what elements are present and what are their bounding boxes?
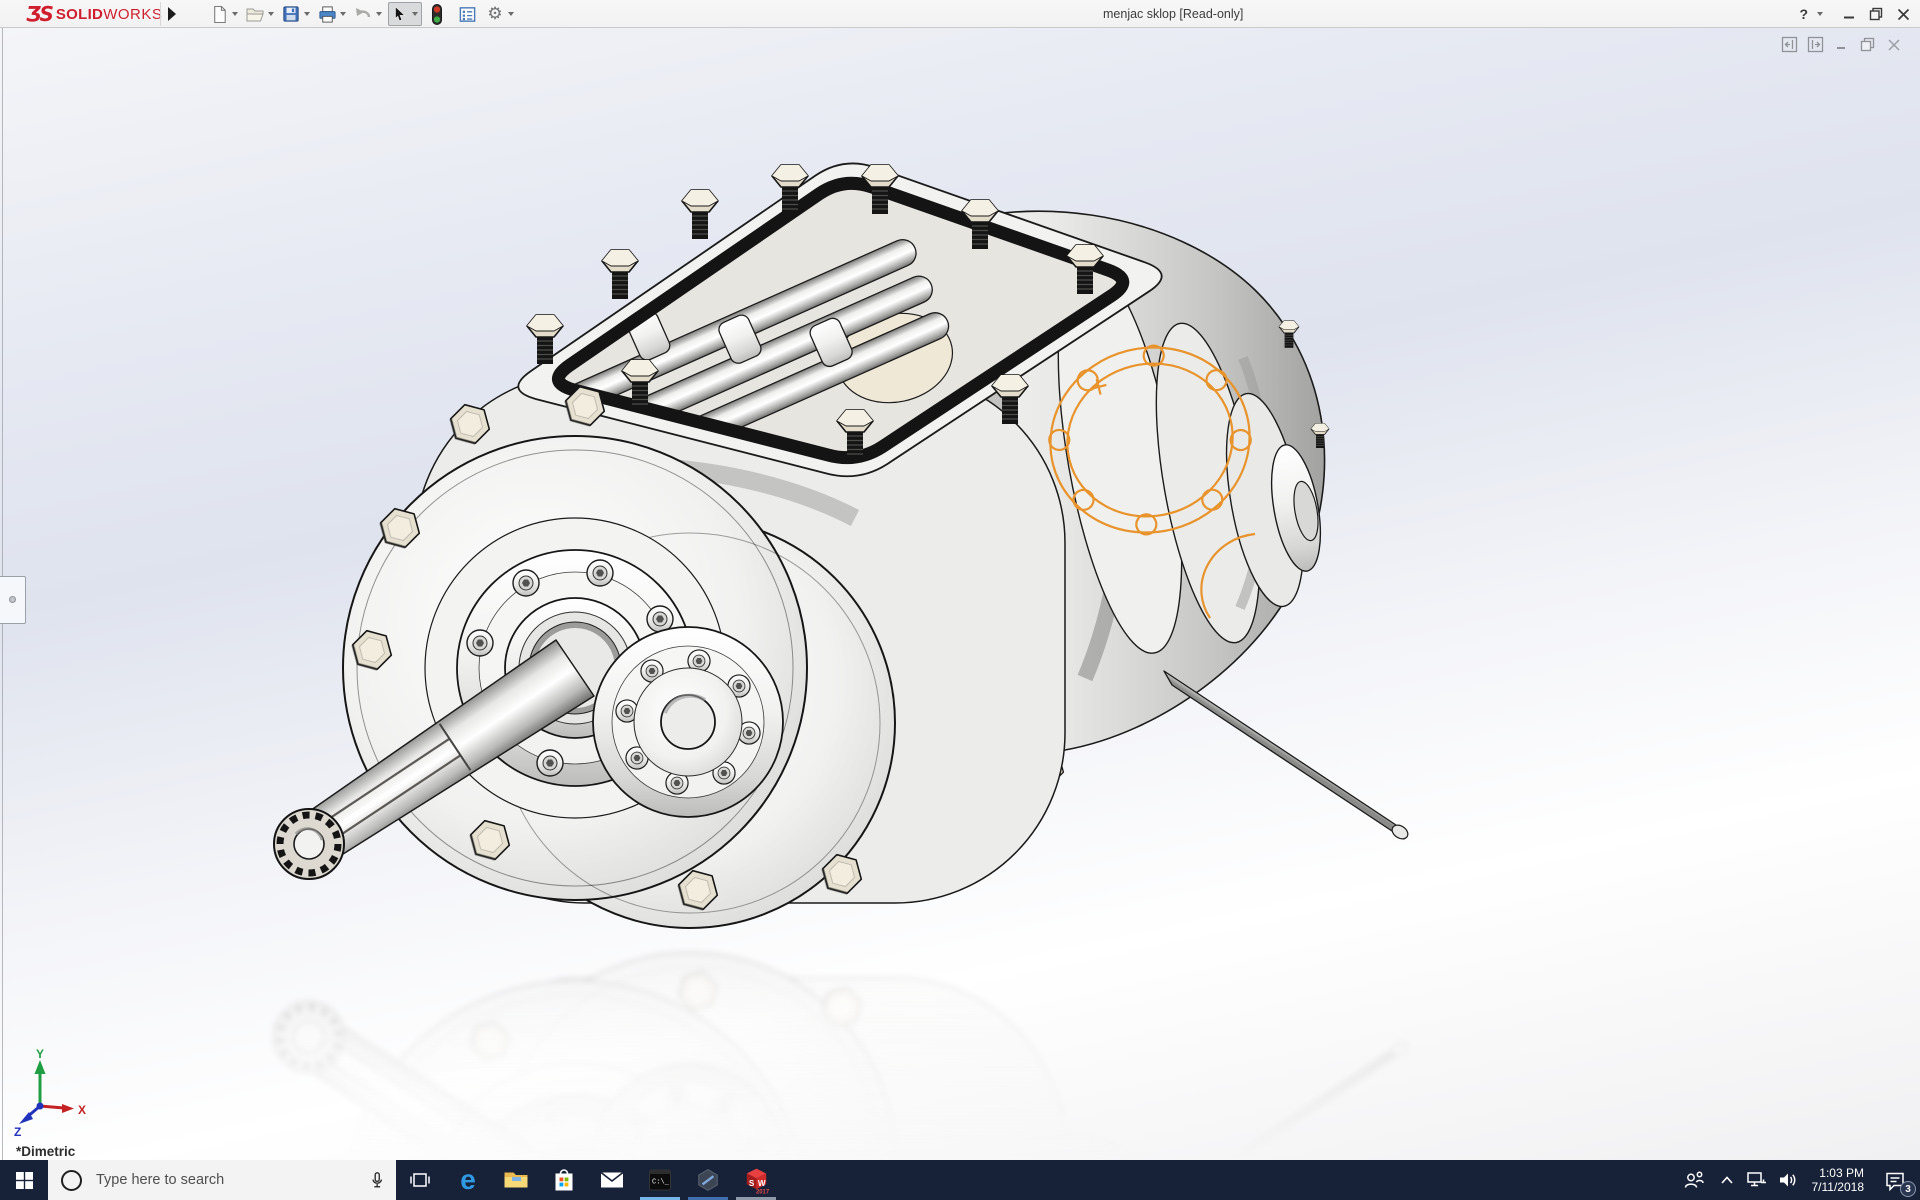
output-shaft <box>1164 671 1410 842</box>
solidworks-logo-mark: ƷS <box>26 2 52 26</box>
action-center-button[interactable]: 3 <box>1874 1160 1916 1200</box>
speaker-icon <box>1777 1170 1799 1190</box>
x-axis-label: X <box>78 1103 86 1117</box>
store-icon <box>552 1167 576 1193</box>
help-dropdown-caret[interactable] <box>1817 12 1823 16</box>
hidden-icons-button[interactable] <box>1712 1160 1742 1200</box>
network-icon <box>1746 1170 1768 1190</box>
splitter-dot-icon <box>9 596 16 603</box>
windows-logo-icon <box>16 1172 33 1189</box>
clock-time: 1:03 PM <box>1812 1166 1865 1180</box>
system-tray: 1:03 PM 7/11/2018 3 <box>1676 1160 1920 1200</box>
restore-button[interactable] <box>1867 5 1885 23</box>
rebuild-traffic-light-button[interactable] <box>426 3 448 25</box>
open-button[interactable] <box>244 3 266 25</box>
hexagon-app-icon <box>696 1168 720 1192</box>
gear-icon: ⚙ <box>487 6 502 23</box>
reference-triad: Y X Z <box>6 1048 96 1140</box>
cursor-icon <box>391 5 409 23</box>
select-dropdown-caret[interactable] <box>412 12 418 16</box>
open-dropdown-caret[interactable] <box>268 12 274 16</box>
taskbar-app-edge[interactable]: e <box>444 1160 492 1200</box>
undo-dropdown-caret[interactable] <box>376 12 382 16</box>
featuremanager-splitter-tab[interactable] <box>0 576 26 624</box>
taskbar-search[interactable] <box>48 1160 396 1200</box>
graphics-area[interactable]: Y X Z *Dimetric <box>0 28 1920 1160</box>
taskbar-clock[interactable]: 1:03 PM 7/11/2018 <box>1804 1166 1875 1194</box>
file-properties-button[interactable] <box>456 3 478 25</box>
secondary-flange <box>593 627 783 817</box>
document-minimize-button[interactable] <box>1833 36 1850 53</box>
notification-badge: 3 <box>1900 1181 1916 1197</box>
flyout-arrow-icon[interactable] <box>168 7 176 21</box>
network-button[interactable] <box>1742 1160 1772 1200</box>
solidworks-logo: ƷS SOLIDWORKS <box>26 3 162 25</box>
minimize-button[interactable] <box>1840 5 1858 23</box>
desktop: ƷS SOLIDWORKS <box>0 0 1920 1200</box>
undo-button[interactable] <box>352 3 374 25</box>
edge-icon: e <box>460 1166 476 1194</box>
next-window-button[interactable] <box>1807 36 1824 53</box>
start-button[interactable] <box>0 1160 48 1200</box>
taskbar-app-hexagon[interactable] <box>684 1160 732 1200</box>
y-axis-label: Y <box>36 1048 44 1061</box>
view-orientation-label: *Dimetric <box>16 1144 75 1159</box>
mail-icon <box>599 1169 625 1191</box>
svg-text:W: W <box>757 1178 765 1187</box>
3d-scene[interactable] <box>0 28 1920 1160</box>
command-prompt-icon: C:\_ <box>648 1168 672 1192</box>
select-tool-button[interactable] <box>388 2 422 26</box>
floor-reflection <box>274 953 1410 1160</box>
svg-text:2017: 2017 <box>755 1189 769 1194</box>
document-restore-button[interactable] <box>1859 36 1876 53</box>
people-icon <box>1683 1169 1705 1191</box>
divider <box>160 2 161 26</box>
task-view-button[interactable] <box>396 1160 444 1200</box>
x-axis-arrow <box>62 1104 74 1113</box>
taskbar: e <box>0 1160 1920 1200</box>
new-dropdown-caret[interactable] <box>232 12 238 16</box>
people-button[interactable] <box>1676 1160 1712 1200</box>
close-button[interactable] <box>1894 5 1912 23</box>
solidworks-2017-icon: S W 2017 <box>743 1167 770 1194</box>
titlebar: ƷS SOLIDWORKS <box>0 0 1920 28</box>
quick-access-toolbar: ⚙ <box>208 0 520 28</box>
window-title: menjac sklop [Read-only] <box>1103 7 1243 21</box>
volume-button[interactable] <box>1772 1160 1804 1200</box>
task-view-icon <box>409 1169 431 1191</box>
clock-date: 7/11/2018 <box>1812 1180 1865 1194</box>
save-dropdown-caret[interactable] <box>304 12 310 16</box>
taskbar-app-store[interactable] <box>540 1160 588 1200</box>
help-button[interactable]: ? <box>1799 6 1808 22</box>
taskbar-app-solidworks[interactable]: S W 2017 <box>732 1160 780 1200</box>
svg-text:C:\_: C:\_ <box>652 1179 670 1187</box>
new-document-button[interactable] <box>208 3 230 25</box>
document-window-controls <box>1781 36 1902 53</box>
options-dropdown-caret[interactable] <box>508 12 514 16</box>
y-axis-arrow <box>35 1060 46 1074</box>
file-explorer-icon <box>503 1168 529 1192</box>
print-dropdown-caret[interactable] <box>340 12 346 16</box>
z-axis-label: Z <box>14 1125 21 1139</box>
svg-text:S: S <box>748 1178 754 1187</box>
search-circle-icon <box>61 1170 82 1191</box>
gearbox-model[interactable] <box>274 163 1410 928</box>
print-button[interactable] <box>316 3 338 25</box>
save-button[interactable] <box>280 3 302 25</box>
taskbar-app-file-explorer[interactable] <box>492 1160 540 1200</box>
options-gear-button[interactable]: ⚙ <box>484 3 506 25</box>
microphone-icon[interactable] <box>368 1170 386 1190</box>
taskbar-app-mail[interactable] <box>588 1160 636 1200</box>
chevron-up-icon <box>1720 1175 1734 1185</box>
search-input[interactable] <box>94 1171 358 1189</box>
document-close-button[interactable] <box>1885 36 1902 53</box>
previous-window-button[interactable] <box>1781 36 1798 53</box>
taskbar-app-command-prompt[interactable]: C:\_ <box>636 1160 684 1200</box>
